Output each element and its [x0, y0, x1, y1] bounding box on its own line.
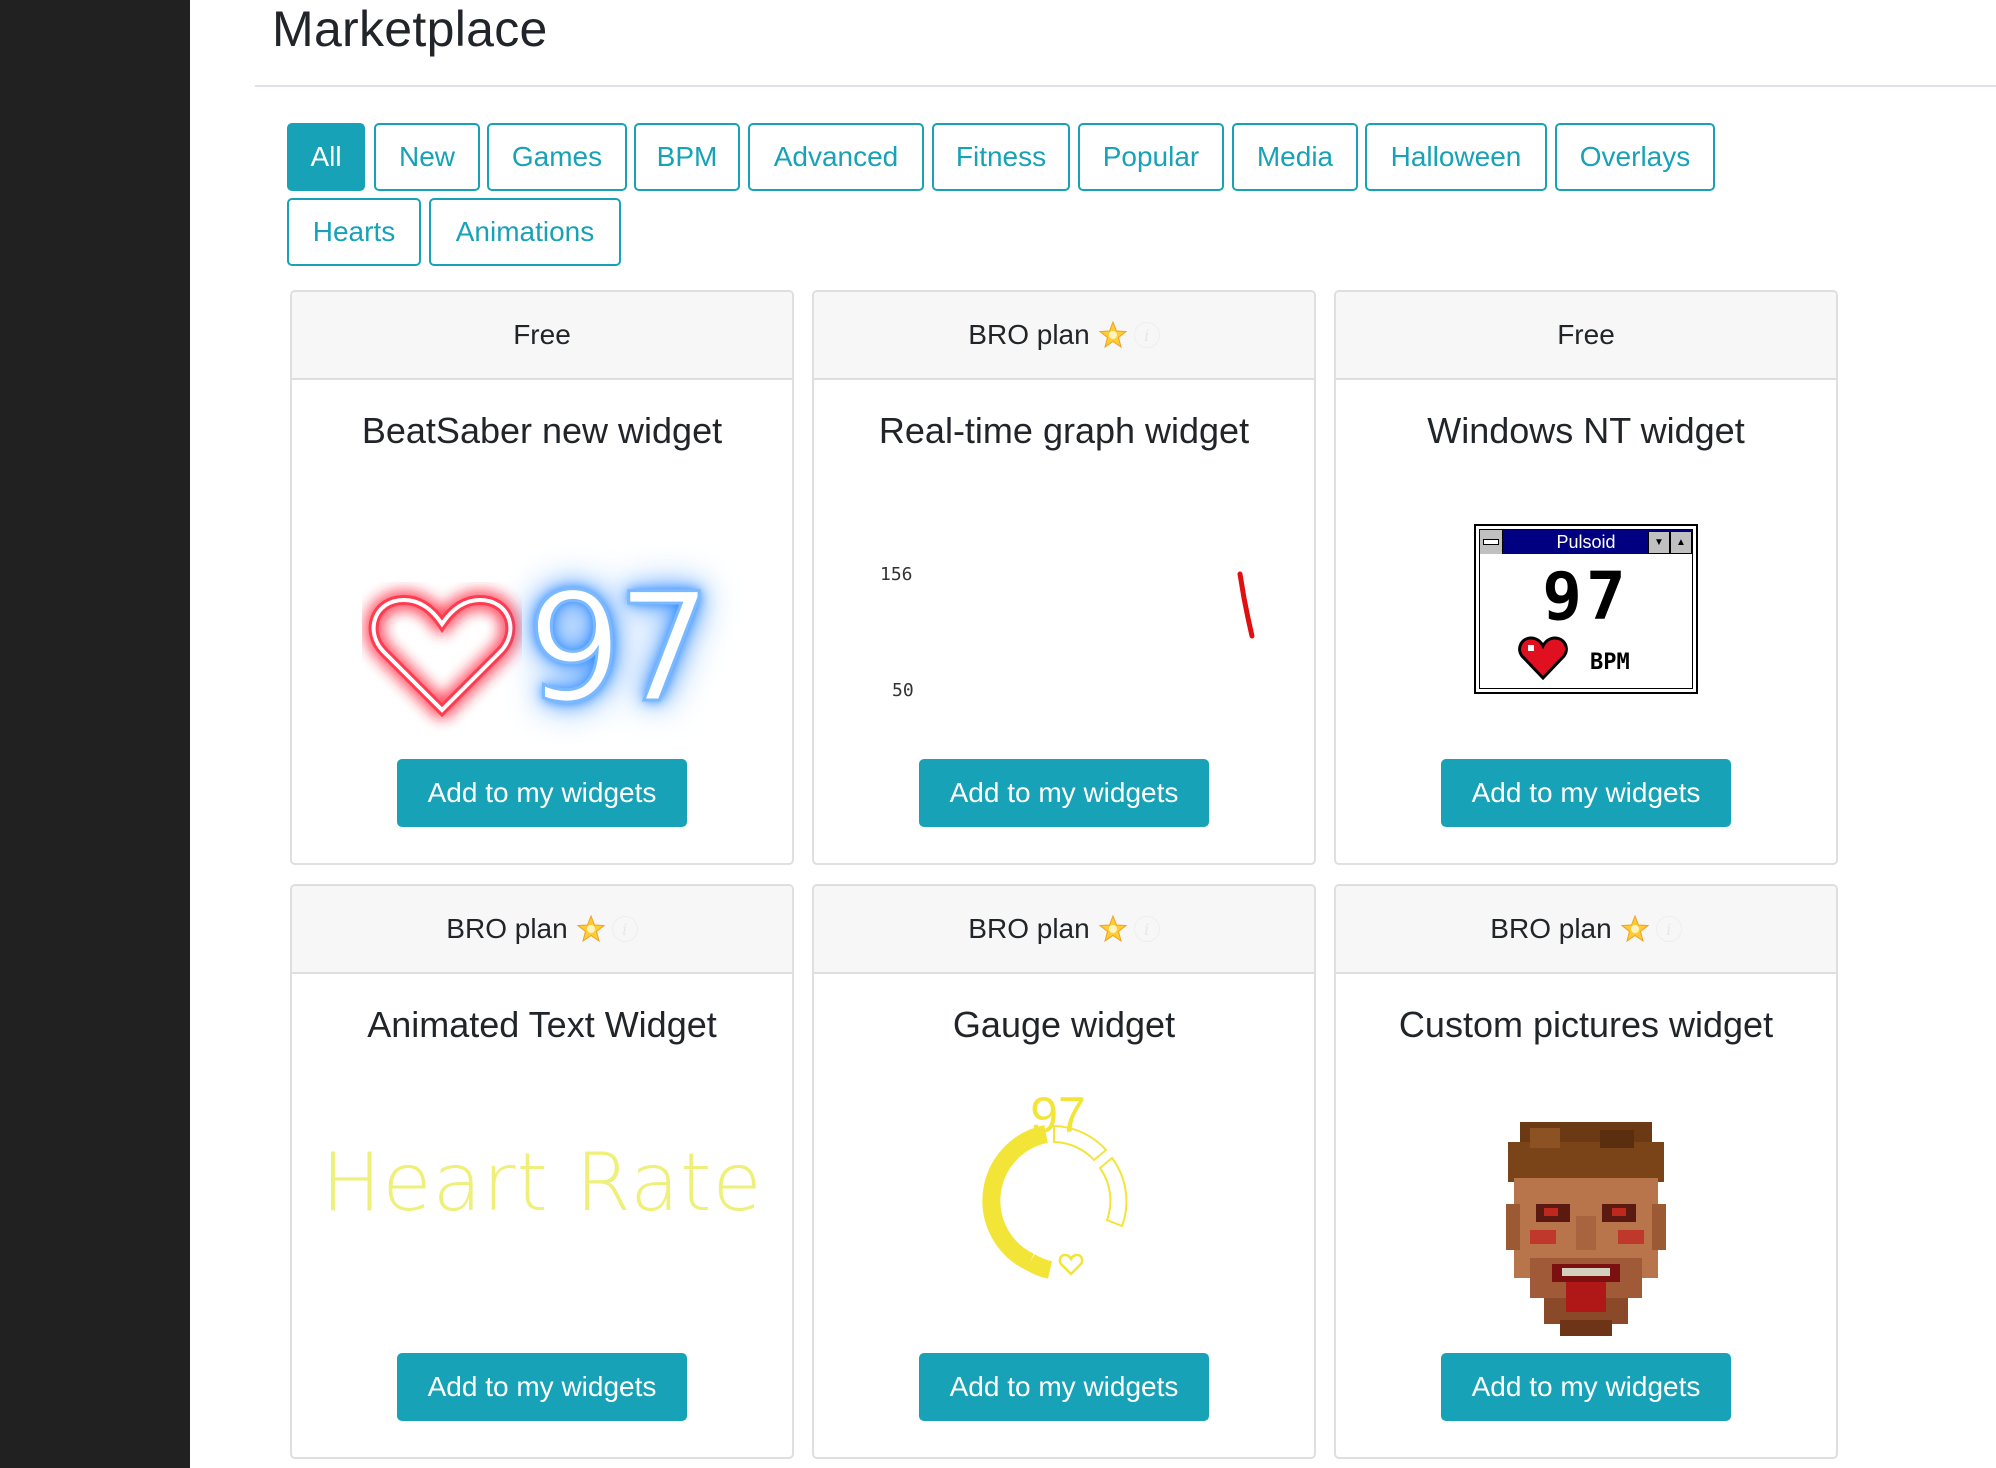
neon-heart-icon: [368, 594, 516, 718]
add-widget-button[interactable]: Add to my widgets: [1441, 759, 1731, 827]
filter-advanced[interactable]: Advanced: [748, 123, 924, 191]
beatsaber-bpm-value: 97: [526, 562, 714, 736]
plan-label: BRO plan: [968, 913, 1090, 944]
page-title: Marketplace: [272, 1, 548, 57]
maximize-arrow-icon: ▲: [1670, 531, 1692, 554]
card-title: BeatSaber new widget: [361, 410, 723, 451]
info-icon[interactable]: i: [611, 916, 638, 942]
filter-animations[interactable]: Animations: [429, 198, 621, 266]
add-widget-button[interactable]: Add to my widgets: [919, 759, 1209, 827]
plan-label: Free: [1557, 319, 1615, 350]
filter-games[interactable]: Games: [487, 123, 627, 191]
star-icon: [1098, 914, 1128, 943]
card-title: Animated Text Widget: [367, 1004, 717, 1045]
info-icon[interactable]: i: [1133, 916, 1160, 942]
pixel-face-image: [1506, 1122, 1666, 1336]
widget-card-animated-text: BRO plan i Animated Text Widget Heart Ra…: [290, 884, 794, 1459]
widget-card-gauge: BRO plan i Gauge widget 97 Add to my wid…: [812, 884, 1316, 1459]
card-plan-header: BRO plan i: [814, 292, 1314, 380]
pixel-heart-icon: [1518, 636, 1568, 680]
system-menu-icon: [1480, 530, 1503, 554]
plan-label: BRO plan: [1490, 913, 1612, 944]
widget-card-custom-pictures: BRO plan i Custom pictures widget Add to…: [1334, 884, 1838, 1459]
widget-card-realtime-graph: BRO plan i Real-time graph widget 156 50…: [812, 290, 1316, 865]
animated-text-preview: Heart Rate: [321, 1136, 763, 1229]
filter-bpm[interactable]: BPM: [634, 123, 740, 191]
info-icon[interactable]: i: [1655, 916, 1682, 942]
filter-fitness[interactable]: Fitness: [932, 123, 1070, 191]
nt-bpm-unit: BPM: [1590, 650, 1630, 675]
plan-label: BRO plan: [446, 913, 568, 944]
filter-halloween[interactable]: Halloween: [1365, 123, 1547, 191]
card-title: Windows NT widget: [1427, 410, 1745, 451]
info-icon[interactable]: i: [1133, 322, 1160, 348]
filter-new[interactable]: New: [374, 123, 480, 191]
sidebar: [0, 0, 190, 1468]
star-icon: [1620, 914, 1650, 943]
graph-line: [1237, 571, 1255, 639]
main-content: Marketplace All New Games BPM Advanced F…: [190, 0, 1996, 1468]
add-widget-button[interactable]: Add to my widgets: [397, 1353, 687, 1421]
widget-card-beatsaber: Free BeatSaber new widget 97 Add to my w…: [290, 290, 794, 865]
filter-overlays[interactable]: Overlays: [1555, 123, 1715, 191]
title-divider: [255, 85, 1996, 87]
windows-nt-preview: Pulsoid ▼ ▲ 97 BPM: [1474, 524, 1698, 694]
plan-label: BRO plan: [968, 319, 1090, 350]
star-icon: [1098, 320, 1128, 349]
plan-label: Free: [513, 319, 571, 350]
card-plan-header: BRO plan i: [1336, 886, 1836, 974]
filter-popular[interactable]: Popular: [1078, 123, 1224, 191]
card-plan-header: BRO plan i: [292, 886, 792, 974]
widget-card-windows-nt: Free Windows NT widget Pulsoid ▼ ▲ 97 BP…: [1334, 290, 1838, 865]
nt-bpm-value: 97: [1542, 558, 1630, 635]
add-widget-button[interactable]: Add to my widgets: [919, 1353, 1209, 1421]
star-icon: [576, 914, 606, 943]
card-plan-header: Free: [1336, 292, 1836, 380]
graph-min-label: 50: [892, 680, 914, 701]
nt-window-title: Pulsoid: [1556, 531, 1616, 552]
card-plan-header: BRO plan i: [814, 886, 1314, 974]
card-title: Gauge widget: [952, 1004, 1176, 1045]
beatsaber-preview: 97: [368, 573, 713, 742]
card-title: Real-time graph widget: [878, 410, 1250, 451]
card-title: Custom pictures widget: [1398, 1004, 1774, 1045]
graph-max-label: 156: [880, 564, 913, 585]
filter-media[interactable]: Media: [1232, 123, 1358, 191]
nt-title-bar: Pulsoid ▼ ▲: [1480, 530, 1692, 554]
minimize-arrow-icon: ▼: [1648, 531, 1670, 554]
filter-all[interactable]: All: [287, 123, 365, 191]
add-widget-button[interactable]: Add to my widgets: [1441, 1353, 1731, 1421]
filter-hearts[interactable]: Hearts: [287, 198, 421, 266]
card-plan-header: Free: [292, 292, 792, 380]
add-widget-button[interactable]: Add to my widgets: [397, 759, 687, 827]
gauge-value: 97: [1030, 1087, 1086, 1143]
